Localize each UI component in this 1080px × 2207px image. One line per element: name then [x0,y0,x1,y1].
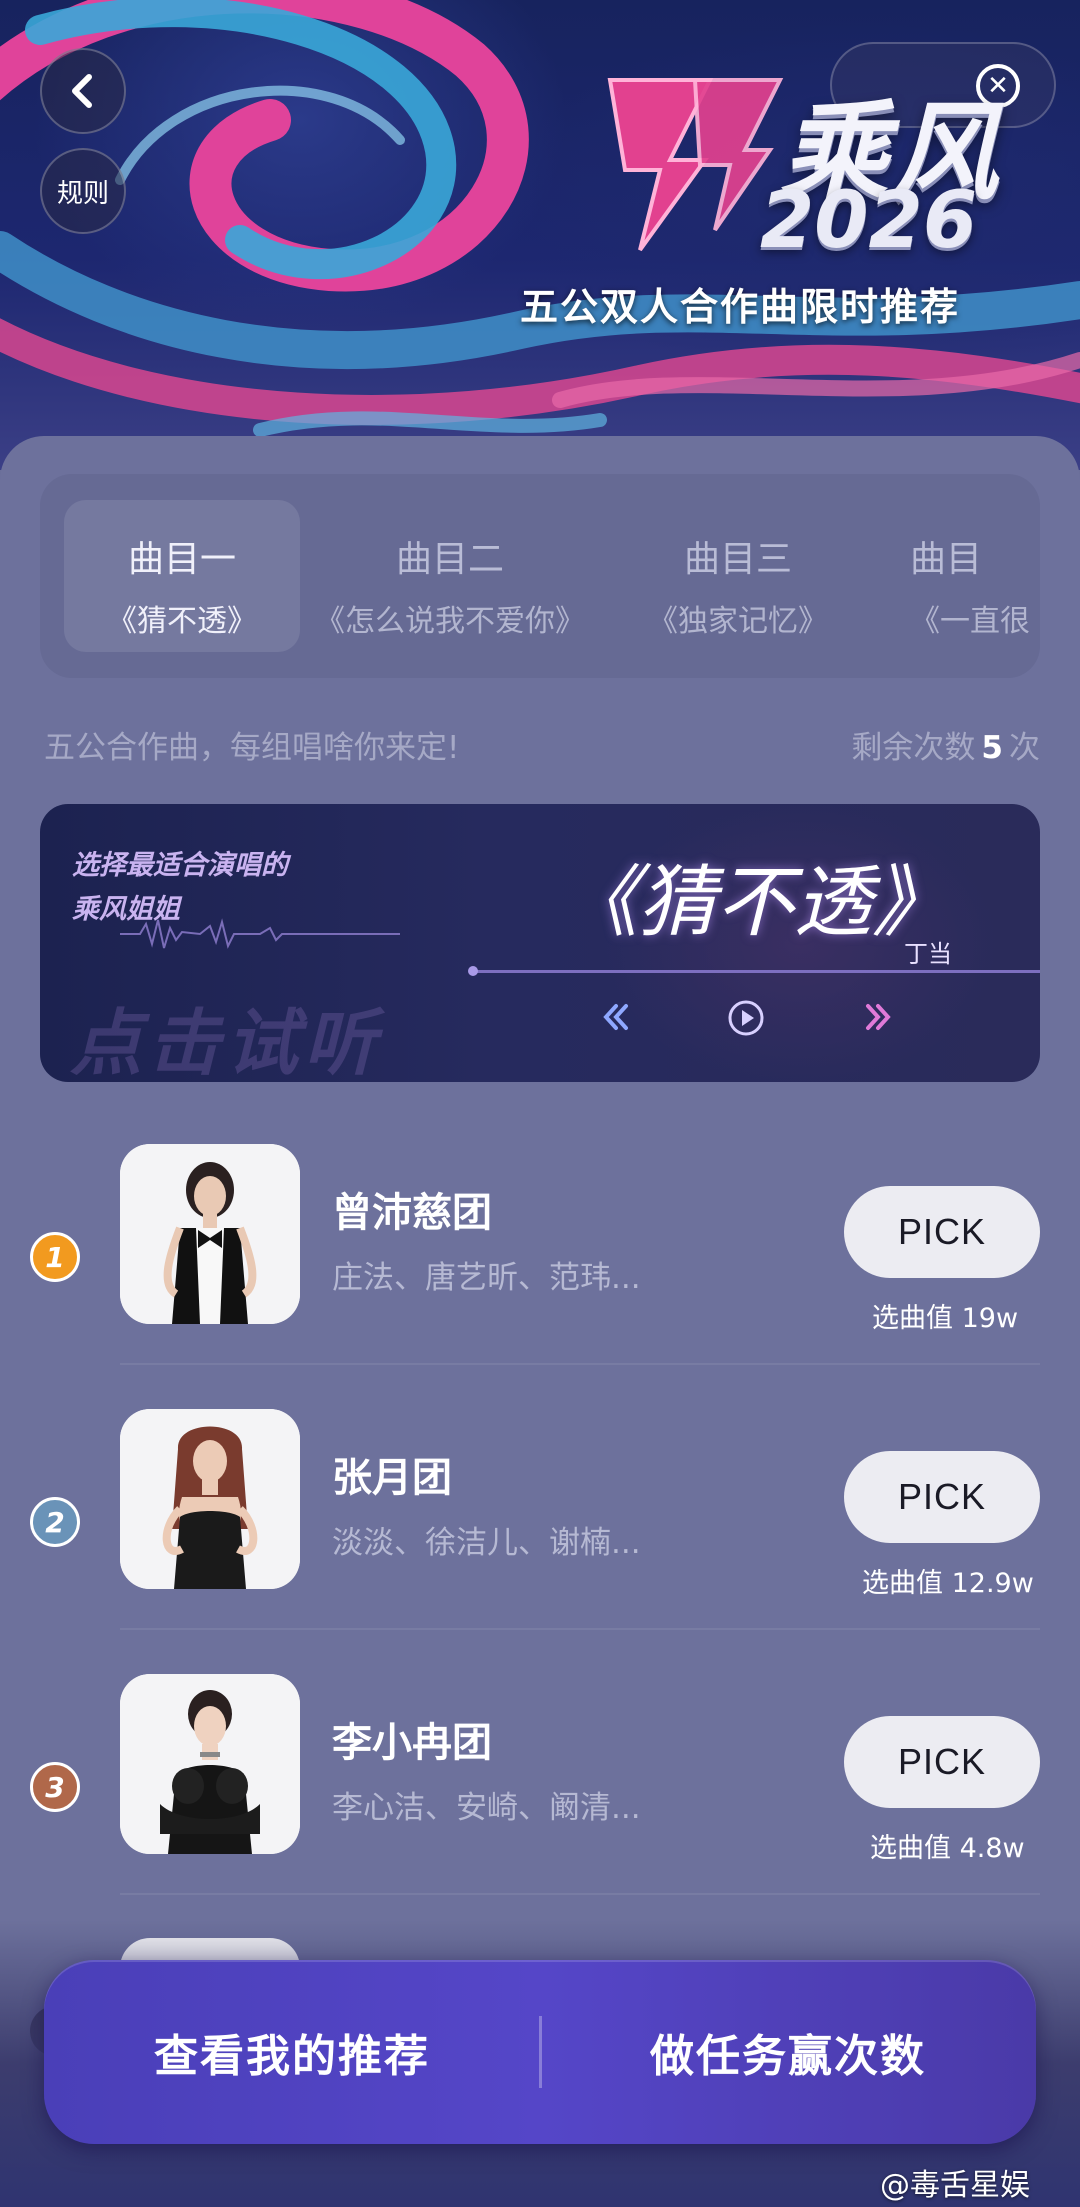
tab-name: 曲目一 [127,539,236,580]
tab-song-1[interactable]: 曲目一 《猜不透》 [64,500,300,652]
banner-hint-line2: 乘风姐姐 [72,894,180,925]
remaining-number: 5 [981,730,1003,766]
pick-value-number: 12.9w [951,1568,1034,1599]
audition-banner[interactable]: 点击试听 选择最适合演唱的 乘风姐姐 《猜不透》 丁当 [40,804,1040,1082]
row-divider [120,1893,1040,1895]
tab-song-3[interactable]: 曲目三 《独家记忆》 [620,500,856,652]
back-button[interactable] [40,48,126,134]
banner-bg-text: 点击试听 [70,1001,383,1082]
rank-badge: 1 [30,1232,80,1282]
team-row: 3 李小冉团 李心洁、安崎、阚清... PICK 选曲值 4.8w [0,1652,1080,1917]
team-name: 曾沛慈团 [332,1190,492,1236]
pick-value-label: 选曲值 [872,1303,953,1334]
banner-hint-line1: 选择最适合演唱的 [72,850,288,881]
tab-name: 曲目二 [395,539,504,580]
earn-chances-button[interactable]: 做任务赢次数 [540,1960,1036,2144]
tab-song-title: 《独家记忆》 [648,604,828,639]
watermark: @毒舌星娱 [880,2168,1030,2203]
play-icon[interactable] [726,998,766,1038]
team-row: 1 曾沛慈团 庄法、唐艺昕、范玮... PICK 选曲值 19w [0,1122,1080,1387]
hero-banner: 规则 ✕ 乘风 2026 五公双人合作曲限时推荐 [0,0,1080,470]
remaining-label: 剩余次数 [851,730,976,766]
avatar [120,1674,300,1854]
tab-name: 曲目三 [683,539,792,580]
song-tabs: 曲目一 《猜不透》 曲目二 《怎么说我不爱你》 曲目三 《独家记忆》 曲目 《一… [40,474,1040,678]
banner-song-title: 《猜不透》 [560,858,951,948]
rewind-icon[interactable] [598,1000,632,1034]
pick-value-label: 选曲值 [870,1833,951,1864]
pick-value-number: 19w [961,1303,1019,1334]
team-row: 2 张月团 淡淡、徐洁儿、谢楠... PICK 选曲值 12.9w [0,1387,1080,1652]
row-divider [120,1363,1040,1365]
pick-value: 选曲值 12.9w [862,1561,1034,1600]
progress-dot [468,966,478,976]
pick-value: 选曲值 4.8w [870,1826,1025,1865]
tab-name: 曲目 [910,539,983,580]
rank-badge: 3 [30,1762,80,1812]
avatar [120,1144,300,1324]
show-year: 2026 [760,176,978,266]
progress-track [470,970,1040,973]
rules-button[interactable]: 规则 [40,148,126,234]
tab-song-2[interactable]: 曲目二 《怎么说我不爱你》 [298,500,602,652]
pick-value: 选曲值 19w [872,1296,1018,1335]
chevron-left-icon [72,74,92,108]
avatar [120,1409,300,1589]
remaining-count: 剩余次数 5 次 [851,722,1040,767]
info-row: 五公合作曲，每组唱啥你来定! 剩余次数 5 次 [44,722,1040,772]
tagline: 五公合作曲，每组唱啥你来定! [44,730,460,766]
hero-subtitle: 五公双人合作曲限时推荐 [520,285,961,329]
team-members: 淡淡、徐洁儿、谢楠... [332,1525,641,1561]
team-name: 李小冉团 [332,1720,492,1766]
tab-song-4[interactable]: 曲目 《一直很 [910,500,1040,652]
pick-button[interactable]: PICK [844,1451,1040,1543]
pick-value-label: 选曲值 [862,1568,943,1599]
team-members: 庄法、唐艺昕、范玮... [332,1260,641,1296]
pick-button[interactable]: PICK [844,1716,1040,1808]
team-name: 张月团 [332,1455,452,1501]
rank-badge: 2 [30,1497,80,1547]
my-recommendations-button[interactable]: 查看我的推荐 [44,1960,540,2144]
remaining-unit: 次 [1009,730,1040,766]
tab-song-title: 《一直很 [910,604,1030,639]
bottom-action-bar: 查看我的推荐 做任务赢次数 [44,1960,1036,2144]
pick-button[interactable]: PICK [844,1186,1040,1278]
banner-singer: 丁当 [904,940,952,968]
pick-value-number: 4.8w [959,1833,1025,1864]
tab-song-title: 《猜不透》 [107,604,257,639]
forward-icon[interactable] [862,1000,896,1034]
row-divider [120,1628,1040,1630]
banner-hint: 选择最适合演唱的 乘风姐姐 [72,844,288,932]
tab-song-title: 《怎么说我不爱你》 [315,604,585,639]
team-members: 李心洁、安崎、阚清... [332,1790,641,1826]
